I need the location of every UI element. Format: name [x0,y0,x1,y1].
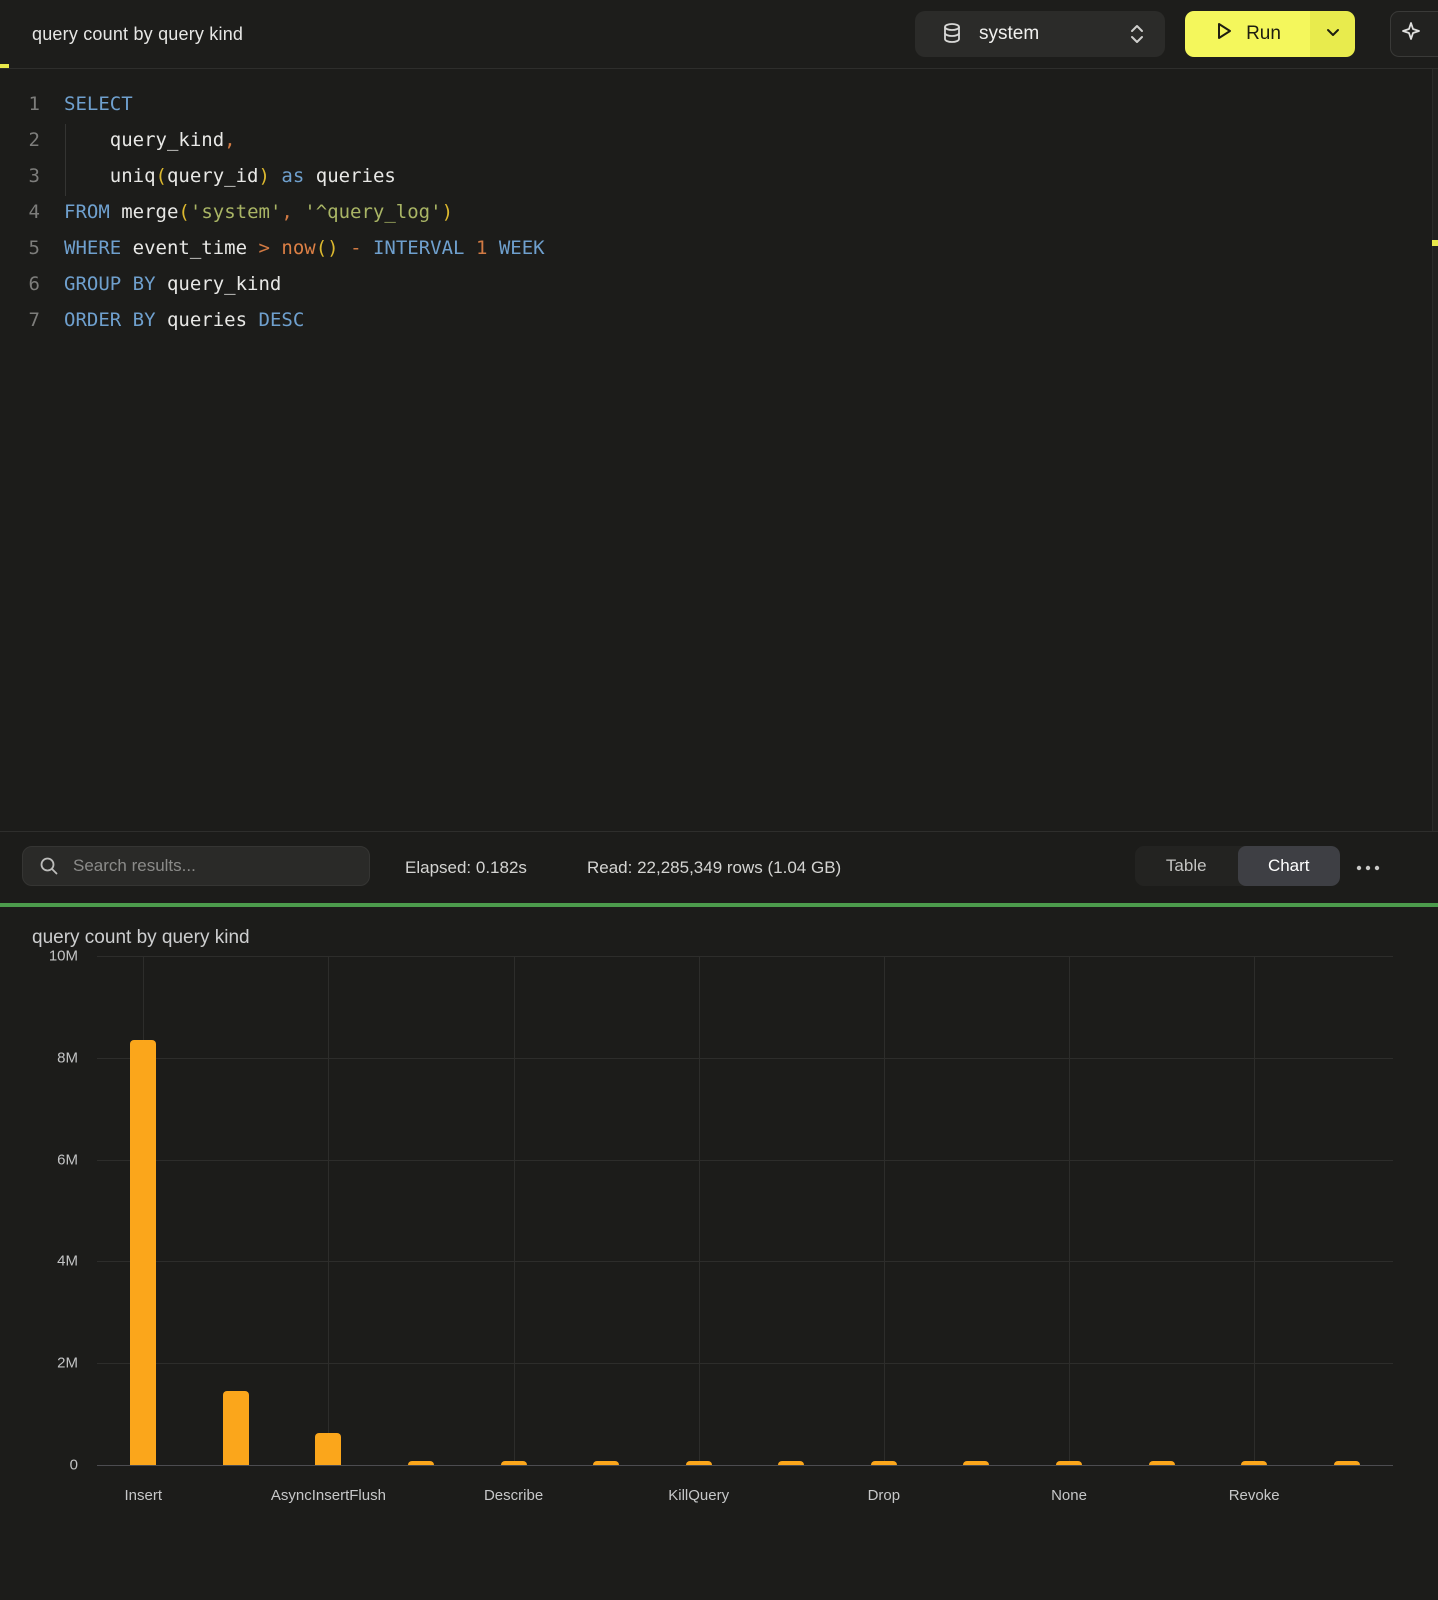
code-line[interactable]: 1SELECT [0,86,1438,122]
code-line[interactable]: 6GROUP BY query_kind [0,266,1438,302]
chart-bar [686,1461,712,1465]
tab-chart[interactable]: Chart [1238,846,1341,886]
x-axis-label: None [979,1487,1159,1504]
y-axis-label: 6M [0,1151,78,1168]
line-number: 2 [0,122,40,158]
x-axis-label: Insert [53,1487,233,1504]
chart-bar [963,1461,989,1465]
chart-bar [315,1433,341,1465]
code-line[interactable]: 4FROM merge('system', '^query_log') [0,194,1438,230]
active-tab-indicator [0,64,9,68]
run-button-label: Run [1246,23,1281,45]
gridline [97,1160,1393,1161]
play-icon [1214,20,1234,48]
database-selector[interactable]: system [915,11,1165,57]
code-line[interactable]: 7ORDER BY queries DESC [0,302,1438,338]
results-toolbar: Elapsed: 0.182s Read: 22,285,349 rows (1… [0,831,1438,904]
chart-bar [593,1461,619,1465]
line-number: 4 [0,194,40,230]
chart-bar [778,1461,804,1465]
chevron-up-down-icon [1129,23,1145,45]
gridline [97,956,1393,957]
run-button[interactable]: Run [1185,11,1310,57]
ellipsis-icon [1356,865,1380,871]
search-box [22,846,370,886]
more-options-button[interactable] [1352,858,1384,878]
view-toggle: Table Chart [1135,846,1340,886]
search-icon [39,856,59,876]
y-axis-label: 10M [0,948,78,965]
x-axis-label: Describe [424,1487,604,1504]
x-axis-label: Drop [794,1487,974,1504]
top-header: query count by query kind system Run [0,0,1438,69]
line-number: 3 [0,158,40,194]
gridline [884,956,885,1465]
query-title: query count by query kind [32,0,243,68]
chart-bar [130,1040,156,1465]
tab-table[interactable]: Table [1135,846,1238,886]
chart-panel: query count by query kind 10M8M6M4M2M0In… [0,907,1438,1600]
line-number: 7 [0,302,40,338]
gridline [514,956,515,1465]
run-button-group: Run [1185,11,1355,57]
sql-editor[interactable]: 1SELECT2 query_kind,3 uniq(query_id) as … [0,69,1438,830]
chart-plot: 10M 8M 6M 4M 2M 0 Insert AsyncInsertFlush Descri… [0,907,1438,1600]
code-line[interactable]: 5WHERE event_time > now() - INTERVAL 1 W… [0,230,1438,266]
run-options-button[interactable] [1310,11,1355,57]
chart-bar [1334,1461,1360,1465]
line-number: 1 [0,86,40,122]
gridline [699,956,700,1465]
chart-bar [1149,1461,1175,1465]
gridline [97,1363,1393,1364]
chart-bar [1241,1461,1267,1465]
toolbar-extra-button[interactable] [1390,11,1438,57]
indent-guide [65,124,66,196]
database-selector-value: system [979,23,1129,45]
y-axis-label: 2M [0,1355,78,1372]
read-stat: Read: 22,285,349 rows (1.04 GB) [587,832,841,904]
search-input[interactable] [71,855,345,877]
x-axis-label: Revoke [1164,1487,1344,1504]
chart-bar [223,1391,249,1465]
chart-bar [501,1461,527,1465]
gridline [97,1058,1393,1059]
sparkle-icon [1401,21,1421,48]
x-axis-label: KillQuery [609,1487,789,1504]
line-number: 5 [0,230,40,266]
code-line[interactable]: 2 query_kind, [0,122,1438,158]
gridline [328,956,329,1465]
line-number: 6 [0,266,40,302]
chart-bar [408,1461,434,1465]
gridline [97,1465,1393,1466]
overview-ruler-mark [1432,240,1438,246]
gridline [1254,956,1255,1465]
database-icon [941,22,963,46]
code-line[interactable]: 3 uniq(query_id) as queries [0,158,1438,194]
gridline [97,1261,1393,1262]
y-axis-label: 4M [0,1253,78,1270]
chevron-down-icon [1326,25,1340,43]
gridline [1069,956,1070,1465]
chart-bar [1056,1461,1082,1465]
x-axis-label: AsyncInsertFlush [238,1487,418,1504]
y-axis-label: 0 [0,1457,78,1474]
elapsed-stat: Elapsed: 0.182s [405,832,527,904]
chart-bar [871,1461,897,1465]
y-axis-label: 8M [0,1049,78,1066]
code-lines: 1SELECT2 query_kind,3 uniq(query_id) as … [0,86,1438,338]
